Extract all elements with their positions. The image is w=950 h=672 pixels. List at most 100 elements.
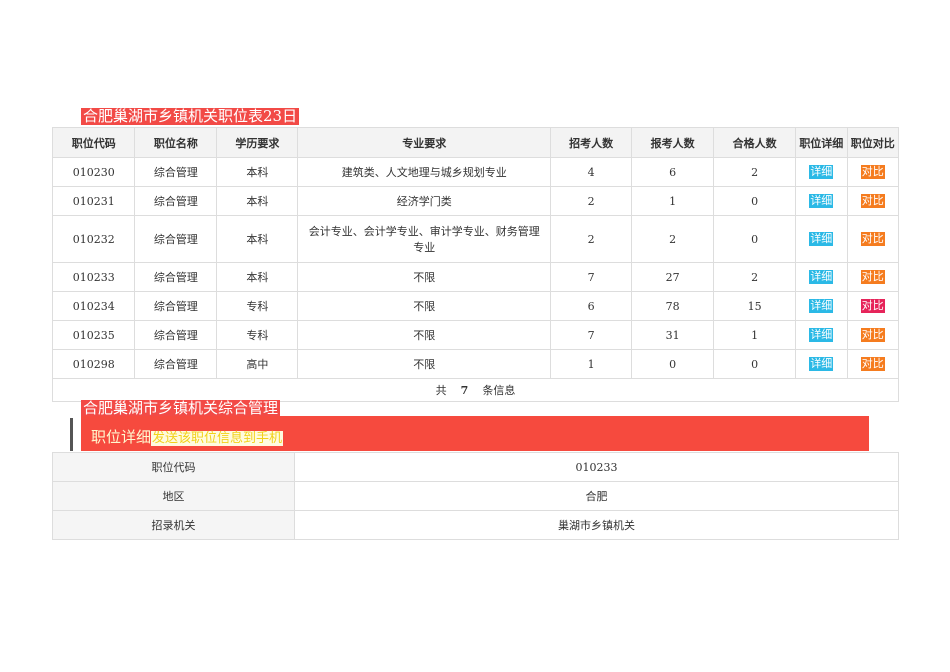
cell-applied: 27 xyxy=(631,262,715,292)
compare-button[interactable]: 对比 xyxy=(860,165,885,179)
detail-button[interactable]: 详细 xyxy=(809,232,834,246)
cell-edu: 高中 xyxy=(216,349,299,379)
column-header: 招考人数 xyxy=(550,127,633,158)
compare-button[interactable]: 对比 xyxy=(860,328,885,342)
detail-value: 010233 xyxy=(294,452,899,482)
cell-edu: 本科 xyxy=(216,215,299,263)
cell-qualified: 15 xyxy=(713,291,797,321)
cell-code: 010230 xyxy=(51,157,136,187)
cell-major: 不限 xyxy=(297,320,552,350)
cell-detail: 详细 xyxy=(795,215,848,263)
detail-button[interactable]: 详细 xyxy=(809,299,834,313)
footer-prefix: 共 xyxy=(435,384,447,397)
detail-bar: 职位详细发送该职位信息到手机 xyxy=(81,416,869,451)
compare-button[interactable]: 对比 xyxy=(860,194,885,208)
cell-detail: 详细 xyxy=(795,349,848,379)
cell-qualified: 1 xyxy=(713,320,797,350)
cell-applied: 1 xyxy=(631,186,715,216)
cell-recruit: 6 xyxy=(550,291,633,321)
section-title: 合肥巢湖市乡镇机关综合管理 xyxy=(81,399,281,417)
cell-code: 010234 xyxy=(51,291,136,321)
detail-button[interactable]: 详细 xyxy=(809,270,834,284)
cell-edu: 专科 xyxy=(216,291,299,321)
cell-qualified: 2 xyxy=(713,157,797,187)
detail-value: 巢湖市乡镇机关 xyxy=(294,510,899,540)
cell-name: 综合管理 xyxy=(134,215,218,263)
cell-name: 综合管理 xyxy=(134,186,218,216)
column-header: 专业要求 xyxy=(297,127,552,158)
compare-button[interactable]: 对比 xyxy=(860,270,885,284)
cell-code: 010235 xyxy=(51,320,136,350)
cell-qualified: 2 xyxy=(713,262,797,292)
cell-name: 综合管理 xyxy=(134,157,218,187)
table-row: 010298 综合管理 高中 不限 1 0 0 详细 对比 xyxy=(51,349,900,379)
cell-applied: 0 xyxy=(631,349,715,379)
cell-applied: 31 xyxy=(631,320,715,350)
cell-compare: 对比 xyxy=(846,320,900,350)
compare-button[interactable]: 对比 xyxy=(860,357,885,371)
cell-recruit: 1 xyxy=(550,349,633,379)
detail-row: 职位代码 010233 xyxy=(52,452,899,482)
cell-name: 综合管理 xyxy=(134,262,218,292)
cell-edu: 本科 xyxy=(216,262,299,292)
cell-compare: 对比 xyxy=(846,291,900,321)
detail-row: 招录机关 巢湖市乡镇机关 xyxy=(52,510,899,540)
compare-button[interactable]: 对比 xyxy=(860,299,885,313)
cell-detail: 详细 xyxy=(795,157,848,187)
detail-row: 地区 合肥 xyxy=(52,481,899,511)
cell-applied: 6 xyxy=(631,157,715,187)
cell-compare: 对比 xyxy=(846,157,900,187)
cell-detail: 详细 xyxy=(795,262,848,292)
cell-code: 010232 xyxy=(51,215,136,263)
cell-compare: 对比 xyxy=(846,215,900,263)
cell-detail: 详细 xyxy=(795,320,848,350)
table-row: 010230 综合管理 本科 建筑类、人文地理与城乡规划专业 4 6 2 详细 对比 xyxy=(51,157,900,187)
detail-key: 地区 xyxy=(52,481,295,511)
cell-edu: 专科 xyxy=(216,320,299,350)
column-header: 职位对比 xyxy=(846,127,900,158)
column-header: 职位代码 xyxy=(51,127,136,158)
detail-key: 招录机关 xyxy=(52,510,295,540)
column-header: 报考人数 xyxy=(631,127,715,158)
detail-value: 合肥 xyxy=(294,481,899,511)
cell-major: 经济学门类 xyxy=(297,186,552,216)
cell-qualified: 0 xyxy=(713,349,797,379)
cell-code: 010231 xyxy=(51,186,136,216)
detail-button[interactable]: 详细 xyxy=(809,194,834,208)
section-marker xyxy=(70,418,73,451)
table-row: 010234 综合管理 专科 不限 6 78 15 详细 对比 xyxy=(51,291,900,321)
detail-button[interactable]: 详细 xyxy=(809,165,834,179)
compare-button[interactable]: 对比 xyxy=(860,232,885,246)
cell-edu: 本科 xyxy=(216,186,299,216)
cell-code: 010233 xyxy=(51,262,136,292)
cell-qualified: 0 xyxy=(713,215,797,263)
cell-recruit: 2 xyxy=(550,215,633,263)
detail-table: 职位代码 010233 地区 合肥 招录机关 巢湖市乡镇机关 xyxy=(52,452,899,540)
cell-compare: 对比 xyxy=(846,186,900,216)
table-row: 010231 综合管理 本科 经济学门类 2 1 0 详细 对比 xyxy=(51,186,900,216)
table-row: 010233 综合管理 本科 不限 7 27 2 详细 对比 xyxy=(51,262,900,292)
table-row: 010235 综合管理 专科 不限 7 31 1 详细 对比 xyxy=(51,320,900,350)
cell-major: 不限 xyxy=(297,291,552,321)
footer-suffix: 条信息 xyxy=(482,384,516,397)
column-header: 学历要求 xyxy=(216,127,299,158)
cell-detail: 详细 xyxy=(795,291,848,321)
detail-button[interactable]: 详细 xyxy=(809,328,834,342)
cell-name: 综合管理 xyxy=(134,320,218,350)
detail-button[interactable]: 详细 xyxy=(809,357,834,371)
cell-name: 综合管理 xyxy=(134,291,218,321)
column-header: 职位名称 xyxy=(134,127,218,158)
cell-major: 不限 xyxy=(297,262,552,292)
position-table: 职位代码 职位名称 学历要求 专业要求 招考人数 报考人数 合格人数 职位详细 职位对比 010… xyxy=(51,127,900,402)
table-header: 职位代码 职位名称 学历要求 专业要求 招考人数 报考人数 合格人数 职位详细 职位对比 xyxy=(51,127,900,158)
detail-key: 职位代码 xyxy=(52,452,295,482)
column-header: 职位详细 xyxy=(795,127,848,158)
cell-applied: 78 xyxy=(631,291,715,321)
table-row: 010232 综合管理 本科 会计专业、会计学专业、审计学专业、财务管理专业 2 2 0 详细… xyxy=(51,215,900,263)
cell-major: 会计专业、会计学专业、审计学专业、财务管理专业 xyxy=(297,215,552,263)
send-to-phone-link[interactable]: 发送该职位信息到手机 xyxy=(151,431,284,446)
detail-bar-label: 职位详细 xyxy=(91,428,152,446)
cell-compare: 对比 xyxy=(846,349,900,379)
cell-applied: 2 xyxy=(631,215,715,263)
cell-edu: 本科 xyxy=(216,157,299,187)
